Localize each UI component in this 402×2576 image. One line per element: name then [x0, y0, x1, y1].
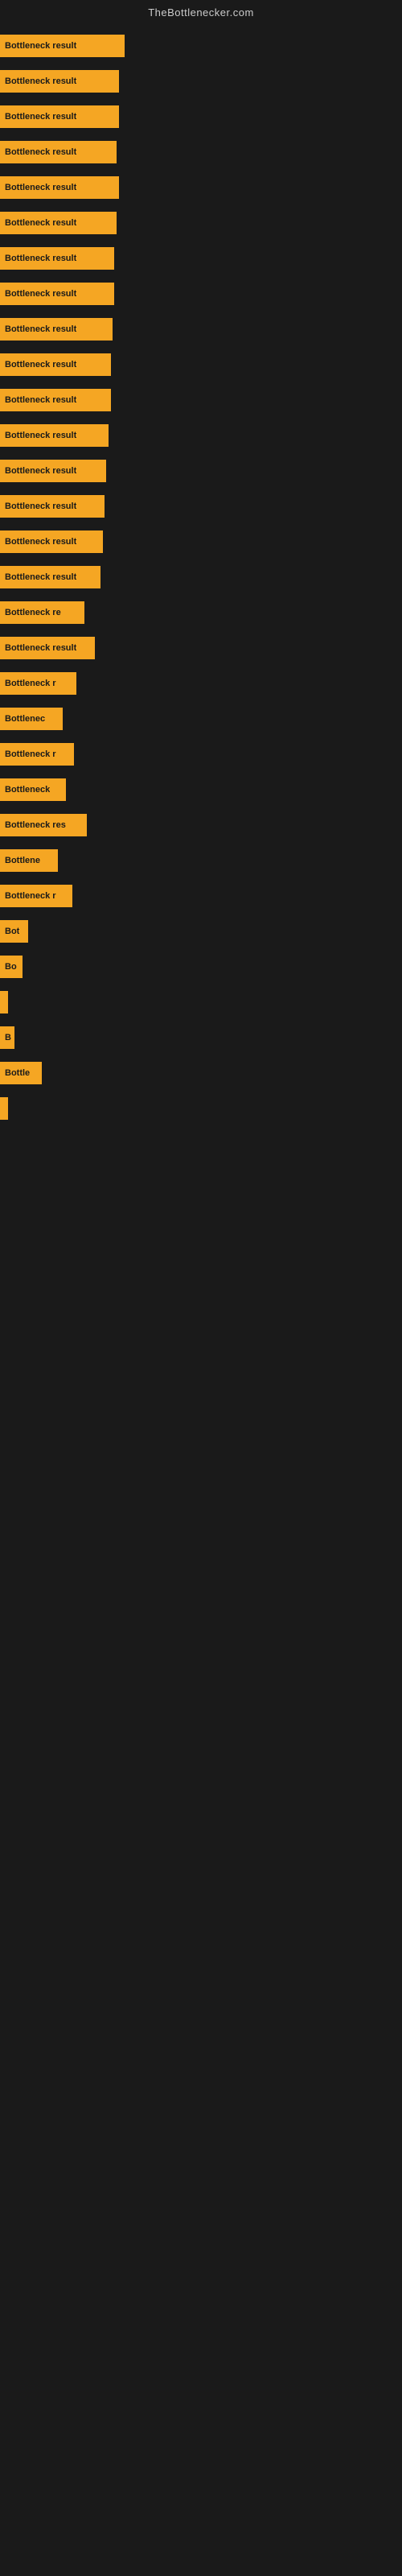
bar-row: B	[0, 1020, 402, 1055]
bottleneck-bar	[0, 1097, 8, 1120]
bar-row: Bottleneck re	[0, 595, 402, 630]
bar-label: Bottleneck result	[5, 183, 76, 192]
bar-label: Bottleneck r	[5, 679, 56, 688]
bottleneck-bar: Bottleneck r	[0, 885, 72, 907]
bar-row	[0, 985, 402, 1020]
bar-label: Bot	[5, 927, 19, 936]
bar-label: B	[5, 1033, 11, 1042]
bottleneck-bar: Bottleneck	[0, 778, 66, 801]
bottleneck-bar: Bottlene	[0, 849, 58, 872]
bar-row: Bottleneck result	[0, 630, 402, 666]
bar-label: Bottleneck result	[5, 431, 76, 440]
bar-row: Bottleneck result	[0, 418, 402, 453]
site-header: TheBottlenecker.com	[0, 0, 402, 28]
bar-row: Bottleneck result	[0, 170, 402, 205]
bottleneck-bar: Bottleneck result	[0, 70, 119, 93]
bar-label: Bottleneck result	[5, 466, 76, 476]
bottleneck-bar: Bottleneck result	[0, 389, 111, 411]
bottleneck-bar: Bottle	[0, 1062, 42, 1084]
bar-row: Bottleneck result	[0, 64, 402, 99]
bar-label: Bottleneck	[5, 785, 50, 795]
bar-label: Bottlenec	[5, 714, 45, 724]
bar-label: Bottleneck result	[5, 502, 76, 511]
bar-row: Bottleneck result	[0, 559, 402, 595]
bar-label: Bottleneck result	[5, 395, 76, 405]
bottleneck-bar: Bottleneck result	[0, 141, 117, 163]
bar-row: Bottleneck result	[0, 489, 402, 524]
bottleneck-bar: B	[0, 1026, 14, 1049]
bar-row: Bottleneck result	[0, 347, 402, 382]
bottleneck-bar: Bottleneck result	[0, 495, 105, 518]
bar-label: Bottleneck result	[5, 324, 76, 334]
bar-row: Bottleneck r	[0, 878, 402, 914]
bottleneck-bar: Bottleneck r	[0, 672, 76, 695]
bar-label: Bottleneck result	[5, 254, 76, 263]
bar-label: Bottleneck result	[5, 218, 76, 228]
bar-row: Bottleneck result	[0, 524, 402, 559]
bar-row: Bo	[0, 949, 402, 985]
bar-label: Bottleneck result	[5, 41, 76, 51]
bottleneck-bar: Bottleneck result	[0, 424, 109, 447]
bar-row: Bottleneck res	[0, 807, 402, 843]
bar-label: Bottleneck re	[5, 608, 61, 617]
bar-row: Bottleneck result	[0, 99, 402, 134]
bar-row: Bottleneck r	[0, 737, 402, 772]
bar-row: Bottleneck result	[0, 312, 402, 347]
bar-row	[0, 1091, 402, 1126]
bar-row: Bottleneck result	[0, 28, 402, 64]
bars-container: Bottleneck result Bottleneck result Bottle…	[0, 28, 402, 1287]
bar-label: Bottlene	[5, 856, 40, 865]
bottleneck-bar: Bottleneck r	[0, 743, 74, 766]
bar-row: Bottleneck result	[0, 453, 402, 489]
bottleneck-bar: Bottleneck result	[0, 283, 114, 305]
bar-row: Bottleneck result	[0, 134, 402, 170]
bar-label: Bottleneck result	[5, 112, 76, 122]
bar-row: Bottleneck result	[0, 382, 402, 418]
bar-row: Bottleneck r	[0, 666, 402, 701]
bottleneck-bar: Bottleneck result	[0, 530, 103, 553]
bar-row: Bottleneck	[0, 772, 402, 807]
bar-row: Bottlenec	[0, 701, 402, 737]
bottleneck-bar: Bottleneck re	[0, 601, 84, 624]
bar-row: Bottle	[0, 1055, 402, 1091]
bar-row: Bottlene	[0, 843, 402, 878]
bar-label: Bottleneck result	[5, 289, 76, 299]
bottleneck-bar: Bottleneck result	[0, 212, 117, 234]
bar-label: Bottleneck result	[5, 360, 76, 369]
bar-label: Bottleneck res	[5, 820, 66, 830]
bottleneck-bar: Bo	[0, 956, 23, 978]
bottleneck-bar: Bottleneck result	[0, 460, 106, 482]
bar-label: Bottleneck result	[5, 537, 76, 547]
bar-label: Bottleneck result	[5, 572, 76, 582]
bar-label: Bo	[5, 962, 17, 972]
bar-row: Bottleneck result	[0, 241, 402, 276]
bar-label: Bottleneck result	[5, 643, 76, 653]
site-title: TheBottlenecker.com	[148, 6, 254, 19]
bar-row: Bot	[0, 914, 402, 949]
bar-label: Bottleneck result	[5, 76, 76, 86]
bottleneck-bar: Bot	[0, 920, 28, 943]
bar-label: Bottle	[5, 1068, 30, 1078]
bar-label: Bottleneck result	[5, 147, 76, 157]
bar-label: Bottleneck r	[5, 891, 56, 901]
bottleneck-bar: Bottleneck result	[0, 247, 114, 270]
bottleneck-bar	[0, 991, 8, 1013]
bottleneck-bar: Bottleneck result	[0, 318, 113, 341]
bottleneck-bar: Bottlenec	[0, 708, 63, 730]
bottleneck-bar: Bottleneck result	[0, 566, 100, 588]
bottleneck-bar: Bottleneck result	[0, 637, 95, 659]
bar-row: Bottleneck result	[0, 205, 402, 241]
bottleneck-bar: Bottleneck res	[0, 814, 87, 836]
bottleneck-bar: Bottleneck result	[0, 35, 125, 57]
bottleneck-bar: Bottleneck result	[0, 176, 119, 199]
bottleneck-bar: Bottleneck result	[0, 353, 111, 376]
bar-label: Bottleneck r	[5, 749, 56, 759]
bottleneck-bar: Bottleneck result	[0, 105, 119, 128]
bar-row: Bottleneck result	[0, 276, 402, 312]
